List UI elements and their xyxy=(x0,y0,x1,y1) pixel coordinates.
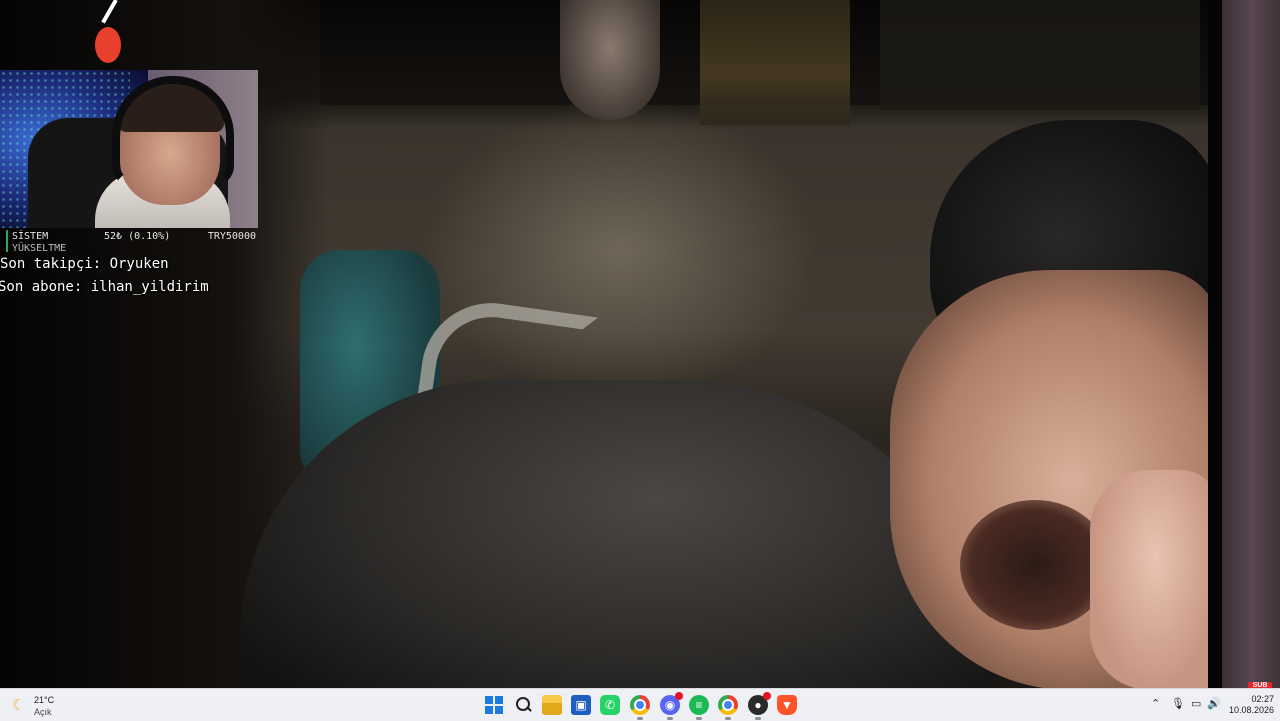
side-panel xyxy=(1222,0,1280,688)
volume-icon[interactable]: 🔊 xyxy=(1207,697,1221,710)
headset-icon xyxy=(112,76,234,186)
windows-taskbar: ☾ 21°C Açık ▣ ✆ ◉ ≡ ● ▼ ⌃ 🎙 ▭ 🔊 02:27 10… xyxy=(0,688,1280,721)
system-tray: ⌃ 🎙 ▭ 🔊 xyxy=(1145,695,1225,715)
clock[interactable]: 02:27 10.08.2026 xyxy=(1226,694,1274,716)
open-mouth xyxy=(960,500,1110,630)
discord-icon[interactable]: ◉ xyxy=(660,692,683,720)
wall-picture-frame xyxy=(700,0,850,125)
goal-label: SİSTEM xyxy=(12,231,49,242)
last-follower-text: Son takipçi: Oryuken xyxy=(0,256,169,272)
store-icon[interactable]: ▣ xyxy=(571,695,591,715)
red-marker-icon xyxy=(95,27,121,63)
goal-progress: 52₺ (0.10%) xyxy=(104,231,171,242)
whatsapp-icon[interactable]: ✆ xyxy=(600,695,620,715)
moon-icon: ☾ xyxy=(12,697,26,714)
chevron-up-icon[interactable]: ⌃ xyxy=(1151,697,1160,710)
chrome-icon[interactable] xyxy=(630,695,650,720)
spotify-icon[interactable]: ≡ xyxy=(689,695,709,720)
folder-icon[interactable] xyxy=(542,695,562,715)
clock-date: 10.08.2026 xyxy=(1228,705,1274,715)
video-border xyxy=(1208,0,1222,688)
wall-shelf xyxy=(880,0,1200,110)
dark-jacket xyxy=(240,380,1000,688)
weather-widget[interactable]: ☾ 21°C Açık xyxy=(12,693,92,719)
display-icon[interactable]: ▭ xyxy=(1191,697,1201,710)
chrome-icon[interactable] xyxy=(718,695,738,720)
obs-icon[interactable]: ● xyxy=(748,692,771,720)
weather-temp: 21°C xyxy=(34,695,55,705)
windows-start-icon[interactable] xyxy=(484,695,504,715)
microphone-icon[interactable]: 🎙 xyxy=(1171,697,1185,710)
donation-goal-bar: SİSTEM YÜKSELTME 52₺ (0.10%) TRY50000 xyxy=(6,230,260,252)
hand-covering-face xyxy=(1090,470,1220,688)
brave-icon[interactable]: ▼ xyxy=(777,695,797,715)
last-subscriber-text: Son abone: ilhan_yildirim xyxy=(0,279,209,295)
goal-target: TRY50000 xyxy=(207,231,256,242)
goal-label-2: YÜKSELTME xyxy=(12,243,67,252)
clock-time: 02:27 xyxy=(1251,694,1274,704)
weather-condition: Açık xyxy=(34,707,52,717)
search-icon[interactable] xyxy=(513,695,533,715)
raised-hand xyxy=(560,0,660,120)
webcam-overlay xyxy=(0,70,258,228)
